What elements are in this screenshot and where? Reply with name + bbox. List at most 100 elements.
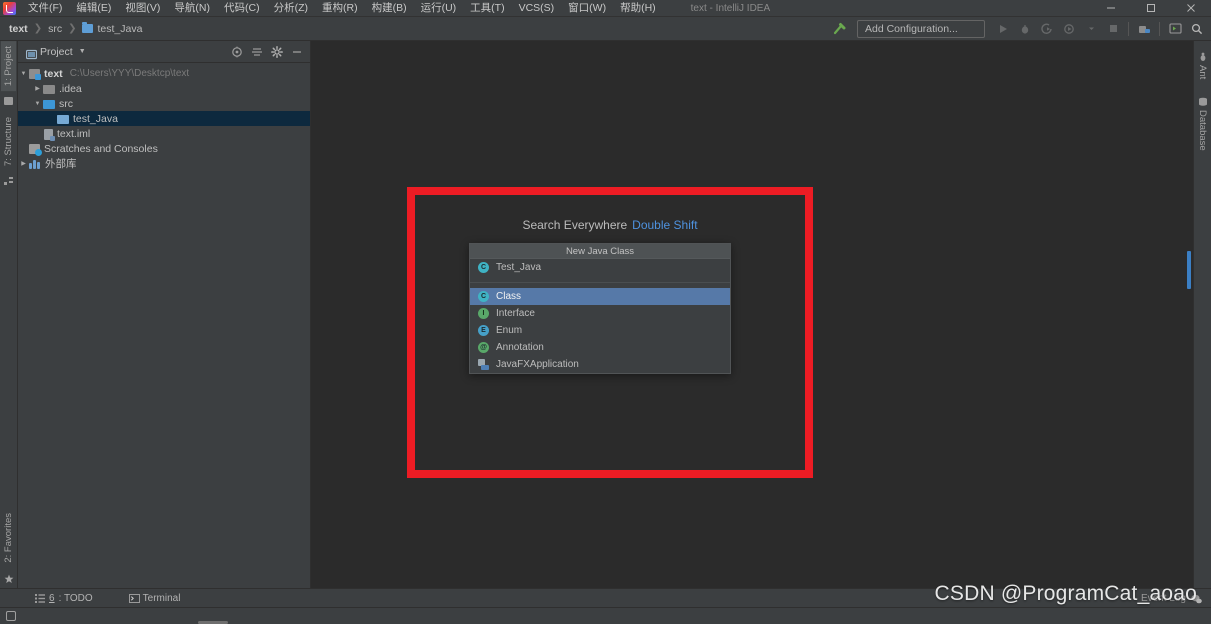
expand-arrow-icon[interactable]: ▼ (18, 71, 29, 77)
sidebar-item-database[interactable]: Database (1195, 105, 1210, 156)
tree-item-label: Scratches and Consoles (44, 142, 158, 155)
chevron-down-icon[interactable] (1081, 19, 1101, 39)
breadcrumb: text ❯ src ❯ test_Java (0, 22, 142, 35)
popup-option-annotation[interactable]: @ Annotation (470, 339, 730, 356)
breadcrumb-separator: ❯ (68, 23, 77, 34)
menu-code[interactable]: 代码(C) (217, 0, 267, 17)
chevron-down-icon[interactable]: ▼ (79, 48, 86, 55)
breadcrumb-item-text[interactable]: text (9, 23, 28, 35)
breadcrumb-item-src[interactable]: src (48, 23, 62, 35)
class-icon: C (478, 291, 489, 302)
tree-item-label: .idea (59, 82, 82, 95)
project-icon (25, 47, 38, 60)
build-project-icon[interactable] (1134, 19, 1154, 39)
left-tool-window-stripe: 1: Project 7: Structure 2: Favorites (0, 41, 18, 588)
window-title: text - IntelliJ IDEA (690, 2, 771, 14)
hide-icon[interactable] (288, 43, 306, 61)
tree-item-label: test_Java (73, 112, 118, 125)
build-hammer-icon[interactable] (829, 19, 849, 39)
bottom-tab-terminal[interactable]: Terminal (120, 592, 190, 605)
popup-name-entry[interactable]: C Test_Java (470, 259, 730, 276)
bottom-tab-number: 6 (49, 592, 55, 604)
tree-item-external-libraries[interactable]: ▶ 外部库 (18, 156, 310, 171)
database-tab-label: Database (1197, 110, 1208, 151)
menu-view[interactable]: 视图(V) (118, 0, 167, 17)
editor-area[interactable] (311, 41, 1193, 588)
intellij-logo-icon (3, 1, 16, 15)
tree-item-text-iml[interactable]: text.iml (18, 126, 310, 141)
package-folder-icon (57, 115, 69, 124)
expand-arrow-icon[interactable]: ▶ (18, 160, 29, 167)
menu-vcs[interactable]: VCS(S) (512, 0, 562, 17)
search-everywhere-icon[interactable] (1187, 19, 1207, 39)
interface-icon: I (478, 308, 489, 319)
menu-refactor[interactable]: 重构(R) (315, 0, 365, 17)
project-panel-header: Project ▼ (18, 41, 310, 63)
intellij-idea-window: 文件(F) 编辑(E) 视图(V) 导航(N) 代码(C) 分析(Z) 重构(R… (0, 0, 1211, 624)
menu-window[interactable]: 窗口(W) (561, 0, 613, 17)
run-toolbar: Add Configuration... (829, 19, 1211, 39)
popup-separator (470, 276, 730, 283)
menu-navigate[interactable]: 导航(N) (167, 0, 217, 17)
tree-item-label: text.iml (57, 127, 91, 140)
menu-run[interactable]: 运行(U) (414, 0, 464, 17)
popup-option-class[interactable]: C Class (470, 288, 730, 305)
scrollbar-marker (1187, 251, 1191, 289)
popup-option-label: Class (496, 291, 522, 302)
popup-option-enum[interactable]: E Enum (470, 322, 730, 339)
sidebar-item-ant[interactable]: Ant (1195, 60, 1210, 84)
stop-icon[interactable] (1103, 19, 1123, 39)
debug-icon[interactable] (1015, 19, 1035, 39)
tree-item-scratches[interactable]: Scratches and Consoles (18, 141, 310, 156)
popup-option-interface[interactable]: I Interface (470, 305, 730, 322)
bottom-tab-label: : TODO (58, 592, 93, 604)
search-everywhere-label: Search Everywhere (522, 218, 628, 232)
ant-tab-label: Ant (1197, 65, 1208, 80)
menu-analyze[interactable]: 分析(Z) (267, 0, 315, 17)
run-icon[interactable] (993, 19, 1013, 39)
run-configuration-selector[interactable]: Add Configuration... (857, 19, 985, 38)
title-bar: 文件(F) 编辑(E) 视图(V) 导航(N) 代码(C) 分析(Z) 重构(R… (0, 0, 1211, 17)
layout-icon[interactable] (6, 611, 16, 621)
structure-window-icon (4, 173, 13, 186)
tree-item-test-java[interactable]: test_Java (18, 111, 310, 126)
menu-tools[interactable]: 工具(T) (463, 0, 511, 17)
bottom-tab-todo[interactable]: 6: TODO (26, 592, 102, 605)
menu-file[interactable]: 文件(F) (21, 0, 69, 17)
tree-item-text-module[interactable]: ▼ text C:\Users\YYY\Desktcp\text (18, 66, 310, 81)
expand-arrow-icon[interactable]: ▶ (32, 85, 43, 92)
sidebar-item-favorites[interactable]: 2: Favorites (1, 508, 16, 568)
menu-help[interactable]: 帮助(H) (613, 0, 663, 17)
popup-option-javafxapplication[interactable]: JavaFXApplication (470, 356, 730, 373)
maximize-button[interactable] (1131, 0, 1171, 17)
profile-icon[interactable] (1059, 19, 1079, 39)
sidebar-item-project[interactable]: 1: Project (1, 41, 16, 92)
tree-item-src[interactable]: ▼ src (18, 96, 310, 111)
source-folder-icon (43, 100, 55, 109)
enum-icon: E (478, 325, 489, 336)
annotation-icon: @ (478, 342, 489, 353)
class-icon: C (478, 262, 489, 273)
popup-list: C Test_Java C Class I Interface E Enum @… (470, 259, 730, 373)
status-bar (0, 607, 1211, 624)
run-coverage-icon[interactable] (1037, 19, 1057, 39)
project-panel-title: Project (40, 45, 73, 58)
toolbar-divider (1128, 21, 1129, 36)
expand-arrow-icon[interactable]: ▼ (32, 101, 43, 107)
locate-icon[interactable] (228, 43, 246, 61)
menu-build[interactable]: 构建(B) (365, 0, 414, 17)
popup-option-label: JavaFXApplication (496, 359, 579, 370)
search-everywhere-shortcut: Double Shift (632, 218, 698, 232)
project-window-icon (4, 93, 13, 106)
update-icon[interactable] (1165, 19, 1185, 39)
popup-name-label: Test_Java (496, 262, 542, 273)
popup-option-label: Interface (496, 308, 535, 319)
tree-item-idea[interactable]: ▶ .idea (18, 81, 310, 96)
settings-gear-icon[interactable] (268, 43, 286, 61)
breadcrumb-item-test-java[interactable]: test_Java (97, 23, 142, 35)
minimize-button[interactable] (1091, 0, 1131, 17)
close-button[interactable] (1171, 0, 1211, 17)
sidebar-item-structure[interactable]: 7: Structure (1, 112, 16, 171)
menu-edit[interactable]: 编辑(E) (69, 0, 118, 17)
collapse-all-icon[interactable] (248, 43, 266, 61)
